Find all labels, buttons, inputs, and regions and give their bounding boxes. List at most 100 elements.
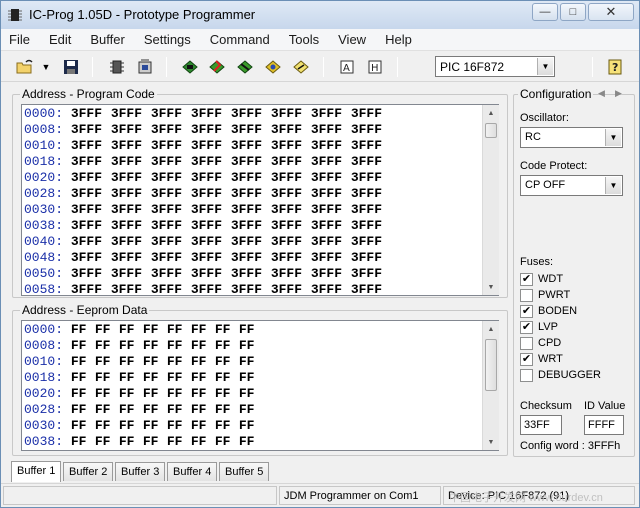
assembler-button[interactable]: H	[366, 57, 386, 77]
program-code-cell[interactable]: 3FFF	[311, 266, 351, 282]
eeprom-cell[interactable]: FF	[239, 418, 263, 434]
program-code-cell[interactable]: 3FFF	[191, 138, 231, 154]
program-code-cell[interactable]: 3FFF	[351, 234, 391, 250]
program-code-cell[interactable]: 3FFF	[311, 138, 351, 154]
menu-settings[interactable]: Settings	[142, 31, 193, 48]
program-code-cell[interactable]: 3FFF	[311, 282, 351, 295]
fuse-pwrt-checkbox[interactable]	[520, 288, 533, 302]
menu-tools[interactable]: Tools	[287, 31, 321, 48]
program-code-cell[interactable]: 3FFF	[311, 106, 351, 122]
program-code-cell[interactable]: 3FFF	[151, 138, 191, 154]
eeprom-cell[interactable]: FF	[239, 338, 263, 354]
eeprom-cell[interactable]: FF	[143, 338, 167, 354]
fuse-debugger-checkbox[interactable]	[520, 368, 533, 382]
view-button[interactable]: A	[338, 57, 358, 77]
read-button[interactable]	[180, 57, 200, 77]
program-code-cell[interactable]: 3FFF	[71, 282, 111, 295]
program-code-cell[interactable]: 3FFF	[191, 202, 231, 218]
blank-check-button[interactable]	[291, 57, 311, 77]
eeprom-cell[interactable]: FF	[167, 322, 191, 338]
eeprom-cell[interactable]: FF	[167, 370, 191, 386]
eeprom-cell[interactable]: FF	[95, 338, 119, 354]
program-code-cell[interactable]: 3FFF	[191, 170, 231, 186]
eeprom-cell[interactable]: FF	[71, 370, 95, 386]
eeprom-cell[interactable]: FF	[143, 370, 167, 386]
program-code-cell[interactable]: 3FFF	[311, 218, 351, 234]
program-code-cell[interactable]: 3FFF	[111, 202, 151, 218]
program-code-cell[interactable]: 3FFF	[111, 106, 151, 122]
program-code-cell[interactable]: 3FFF	[151, 122, 191, 138]
eeprom-cell[interactable]: FF	[95, 418, 119, 434]
program-code-cell[interactable]: 3FFF	[191, 186, 231, 202]
program-code-cell[interactable]: 3FFF	[111, 138, 151, 154]
program-code-cell[interactable]: 3FFF	[111, 250, 151, 266]
save-button[interactable]	[61, 57, 81, 77]
eeprom-cell[interactable]: FF	[95, 402, 119, 418]
eeprom-cell[interactable]: FF	[119, 370, 143, 386]
fuse-wrt-checkbox[interactable]: ✔	[520, 352, 533, 366]
program-code-cell[interactable]: 3FFF	[191, 234, 231, 250]
program-code-cell[interactable]: 3FFF	[151, 106, 191, 122]
program-code-cell[interactable]: 3FFF	[151, 170, 191, 186]
eeprom-cell[interactable]: FF	[191, 338, 215, 354]
config-next-icon[interactable]: ▶	[615, 88, 622, 99]
eeprom-cell[interactable]: FF	[191, 354, 215, 370]
program-code-cell[interactable]: 3FFF	[271, 106, 311, 122]
scroll-thumb[interactable]	[485, 123, 497, 138]
program-code-cell[interactable]: 3FFF	[71, 122, 111, 138]
program-code-cell[interactable]: 3FFF	[111, 234, 151, 250]
program-code-cell[interactable]: 3FFF	[351, 106, 391, 122]
scroll-up-icon[interactable]: ▲	[483, 321, 499, 337]
program-code-cell[interactable]: 3FFF	[271, 138, 311, 154]
eeprom-cell[interactable]: FF	[239, 386, 263, 402]
program-code-cell[interactable]: 3FFF	[351, 122, 391, 138]
scroll-down-icon[interactable]: ▼	[483, 434, 499, 450]
program-code-cell[interactable]: 3FFF	[271, 250, 311, 266]
open-dropdown-button[interactable]: ▼	[39, 57, 53, 77]
eeprom-cell[interactable]: FF	[167, 354, 191, 370]
eeprom-cell[interactable]: FF	[71, 354, 95, 370]
eeprom-cell[interactable]: FF	[95, 354, 119, 370]
program-code-cell[interactable]: 3FFF	[111, 266, 151, 282]
program-code-cell[interactable]: 3FFF	[151, 202, 191, 218]
scroll-thumb[interactable]	[485, 339, 497, 391]
chevron-down-icon[interactable]: ▼	[537, 58, 553, 75]
scroll-up-icon[interactable]: ▲	[483, 105, 499, 121]
eeprom-cell[interactable]: FF	[119, 386, 143, 402]
tab-buffer-4[interactable]: Buffer 4	[167, 462, 218, 481]
program-code-cell[interactable]: 3FFF	[71, 186, 111, 202]
program-code-cell[interactable]: 3FFF	[231, 218, 271, 234]
program-code-cell[interactable]: 3FFF	[231, 202, 271, 218]
program-code-cell[interactable]: 3FFF	[111, 122, 151, 138]
program-code-cell[interactable]: 3FFF	[151, 266, 191, 282]
program-code-cell[interactable]: 3FFF	[191, 282, 231, 295]
program-code-cell[interactable]: 3FFF	[191, 106, 231, 122]
eeprom-cell[interactable]: FF	[143, 402, 167, 418]
eeprom-cell[interactable]: FF	[239, 322, 263, 338]
eeprom-cell[interactable]: FF	[119, 418, 143, 434]
program-code-cell[interactable]: 3FFF	[111, 282, 151, 295]
eeprom-cell[interactable]: FF	[215, 354, 239, 370]
eeprom-cell[interactable]: FF	[191, 322, 215, 338]
menu-command[interactable]: Command	[208, 31, 272, 48]
program-code-cell[interactable]: 3FFF	[351, 186, 391, 202]
device-info-button[interactable]	[135, 57, 155, 77]
program-code-cell[interactable]: 3FFF	[231, 234, 271, 250]
help-button[interactable]: ?	[606, 57, 626, 77]
menu-file[interactable]: File	[7, 31, 32, 48]
eeprom-cell[interactable]: FF	[239, 354, 263, 370]
program-code-cell[interactable]: 3FFF	[271, 186, 311, 202]
maximize-button[interactable]: □	[560, 3, 586, 21]
eeprom-cell[interactable]: FF	[167, 386, 191, 402]
program-code-cell[interactable]: 3FFF	[151, 154, 191, 170]
program-code-cell[interactable]: 3FFF	[231, 106, 271, 122]
program-code-cell[interactable]: 3FFF	[311, 250, 351, 266]
program-code-cell[interactable]: 3FFF	[351, 266, 391, 282]
fuse-lvp-checkbox[interactable]: ✔	[520, 320, 533, 334]
eeprom-scrollbar[interactable]: ▲ ▼	[482, 321, 499, 450]
eeprom-cell[interactable]: FF	[167, 434, 191, 450]
program-code-cell[interactable]: 3FFF	[271, 218, 311, 234]
eeprom-cell[interactable]: FF	[143, 354, 167, 370]
program-code-cell[interactable]: 3FFF	[271, 122, 311, 138]
eeprom-cell[interactable]: FF	[119, 338, 143, 354]
